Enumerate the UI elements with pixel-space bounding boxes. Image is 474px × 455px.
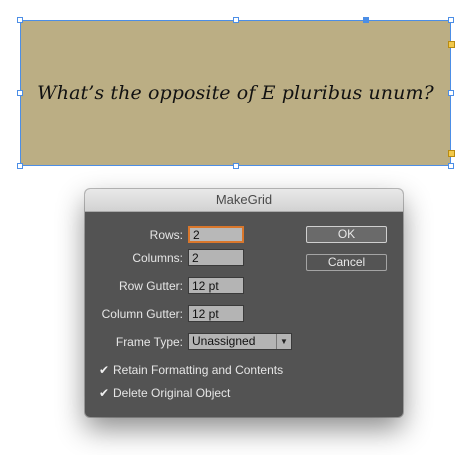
frame-type-value: Unassigned — [192, 334, 256, 348]
retain-formatting-label: Retain Formatting and Contents — [113, 363, 284, 377]
selection-handle-top-right[interactable] — [448, 17, 454, 23]
rows-field[interactable] — [188, 226, 244, 243]
dialog-title[interactable]: MakeGrid — [85, 189, 403, 212]
columns-field[interactable] — [188, 249, 244, 266]
in-port-icon[interactable] — [448, 41, 455, 48]
checkmark-icon: ✔ — [99, 363, 110, 377]
out-port-icon[interactable] — [448, 150, 455, 157]
selection-handle-middle-left[interactable] — [17, 90, 23, 96]
delete-original-checkbox[interactable]: ✔ Delete Original Object — [99, 386, 230, 402]
selection-handle-bottom-right[interactable] — [448, 163, 454, 169]
frame-type-select[interactable]: Unassigned ▼ — [188, 333, 292, 350]
selection-handle-bottom-left[interactable] — [17, 163, 23, 169]
column-gutter-label: Column Gutter: — [101, 307, 183, 321]
text-frame[interactable]: What’s the opposite of E pluribus unum? — [20, 20, 451, 166]
selection-handle-top-middle[interactable] — [233, 17, 239, 23]
row-gutter-field[interactable] — [188, 277, 244, 294]
selection-handle-top-right-anchor[interactable] — [363, 17, 369, 23]
frame-type-label: Frame Type: — [115, 335, 183, 349]
columns-label: Columns: — [132, 251, 183, 265]
retain-formatting-checkbox[interactable]: ✔ Retain Formatting and Contents — [99, 363, 283, 379]
selection-handle-top-left[interactable] — [17, 17, 23, 23]
rows-label: Rows: — [149, 228, 183, 242]
row-gutter-label: Row Gutter: — [118, 279, 183, 293]
selection-handle-middle-right[interactable] — [448, 90, 454, 96]
dropdown-arrow-icon: ▼ — [276, 334, 291, 349]
column-gutter-field[interactable] — [188, 305, 244, 322]
cancel-button[interactable]: Cancel — [306, 254, 387, 271]
ok-button[interactable]: OK — [306, 226, 387, 243]
delete-original-label: Delete Original Object — [113, 386, 231, 400]
makegrid-dialog: MakeGrid Rows: Columns: Row Gutter: Colu… — [85, 189, 403, 417]
selection-handle-bottom-middle[interactable] — [233, 163, 239, 169]
checkmark-icon: ✔ — [99, 386, 110, 400]
frame-text: What’s the opposite of E pluribus unum? — [37, 82, 434, 104]
